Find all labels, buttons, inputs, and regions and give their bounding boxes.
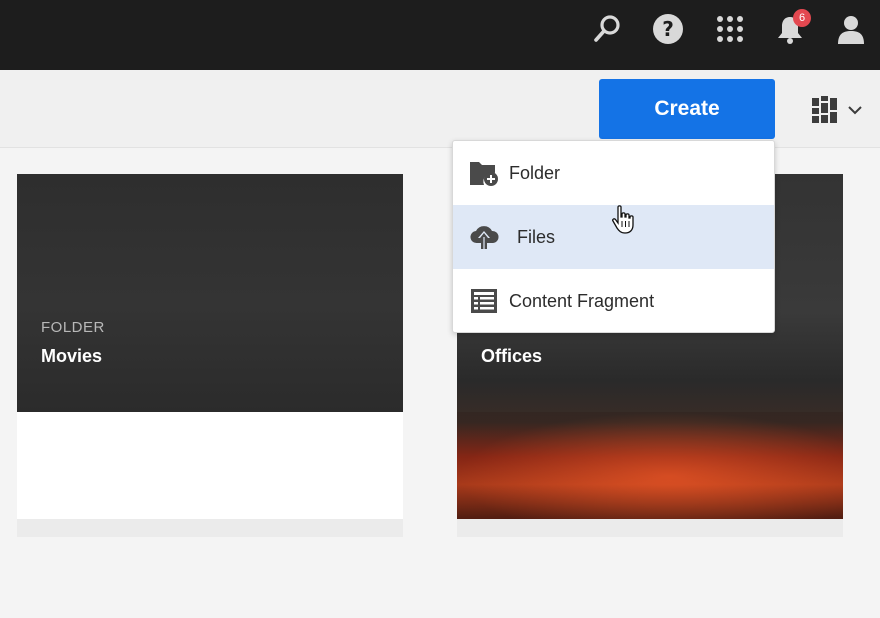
help-icon[interactable]: ? — [651, 12, 685, 46]
menu-item-label: Files — [517, 226, 556, 247]
create-button[interactable]: Create — [599, 79, 775, 139]
menu-item-folder[interactable]: Folder — [453, 141, 774, 205]
apps-grid-icon[interactable] — [713, 12, 747, 46]
menu-item-label: Folder — [509, 162, 561, 183]
view-switcher-icon — [812, 96, 837, 123]
bell-icon[interactable]: 6 — [773, 9, 811, 46]
card-title[interactable]: Offices — [481, 346, 545, 367]
menu-item-label: Content Fragment — [509, 290, 655, 311]
view-switcher[interactable] — [812, 95, 872, 125]
folder-card[interactable]: FOLDER Movies — [17, 174, 403, 537]
content-fragment-icon — [468, 285, 500, 317]
card-footer — [17, 412, 403, 519]
svg-text:?: ? — [662, 17, 674, 41]
card-meta: FOLDER Movies — [41, 319, 105, 367]
card-type: FOLDER — [41, 319, 105, 336]
card-shadow — [457, 519, 843, 537]
chevron-down-icon — [848, 106, 862, 115]
action-bar: Create — [0, 70, 880, 148]
user-icon[interactable] — [834, 12, 868, 46]
hand-cursor-icon — [612, 205, 638, 240]
folder-add-icon — [468, 157, 500, 189]
notification-badge: 6 — [793, 9, 811, 27]
top-bar: ? 6 — [0, 0, 880, 70]
card-title[interactable]: Movies — [41, 346, 105, 367]
card-shadow — [17, 519, 403, 537]
cloud-upload-icon — [468, 221, 500, 253]
folder-thumbnail: FOLDER Movies — [17, 174, 403, 412]
search-icon[interactable] — [590, 12, 624, 46]
menu-item-content-fragment[interactable]: Content Fragment — [453, 269, 774, 333]
